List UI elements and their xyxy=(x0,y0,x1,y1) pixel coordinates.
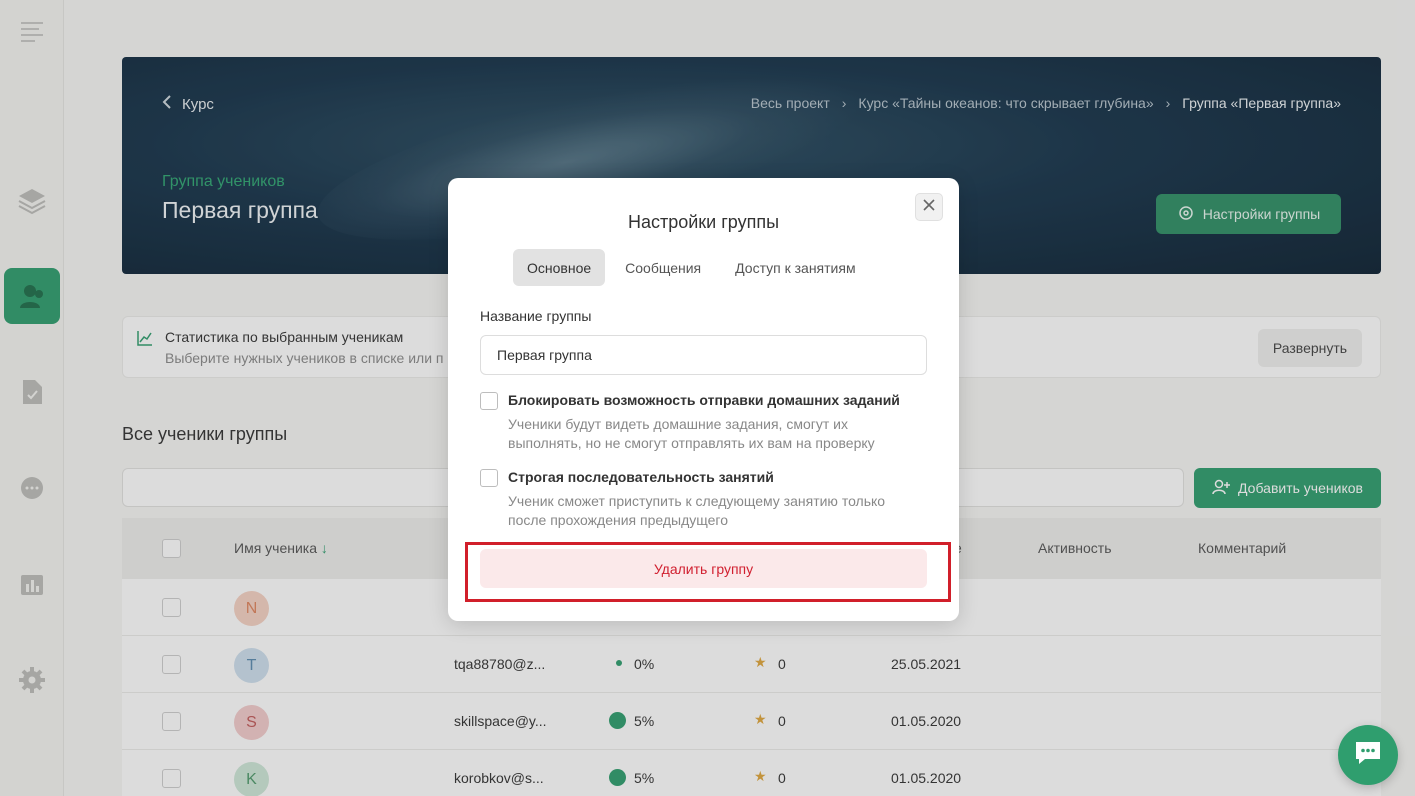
modal-title: Настройки группы xyxy=(627,212,780,232)
tab-messages[interactable]: Сообщения xyxy=(611,249,715,286)
close-button[interactable] xyxy=(915,193,943,221)
delete-group-button[interactable]: Удалить группу xyxy=(480,549,927,588)
strict-sequence-checkbox[interactable] xyxy=(480,469,498,487)
group-name-label: Название группы xyxy=(480,308,592,324)
group-settings-modal: Настройки группы Основное Сообщения Дост… xyxy=(448,178,959,621)
support-chat-button[interactable] xyxy=(1338,725,1398,785)
strict-sequence-title[interactable]: Строгая последовательность занятий xyxy=(508,469,774,485)
block-homework-description: Ученики будут видеть домашние задания, с… xyxy=(508,416,875,451)
group-name-input[interactable]: Первая группа xyxy=(480,335,927,375)
strict-sequence-description: Ученик сможет приступить к следующему за… xyxy=(508,493,886,528)
tab-basic[interactable]: Основное xyxy=(513,249,606,286)
close-icon xyxy=(923,198,935,216)
block-homework-checkbox[interactable] xyxy=(480,392,498,410)
tab-lesson-access[interactable]: Доступ к занятиям xyxy=(721,249,869,286)
chat-icon xyxy=(1353,739,1383,772)
block-homework-title[interactable]: Блокировать возможность отправки домашни… xyxy=(508,392,900,408)
modal-tabs: Основное Сообщения Доступ к занятиям xyxy=(513,249,870,286)
